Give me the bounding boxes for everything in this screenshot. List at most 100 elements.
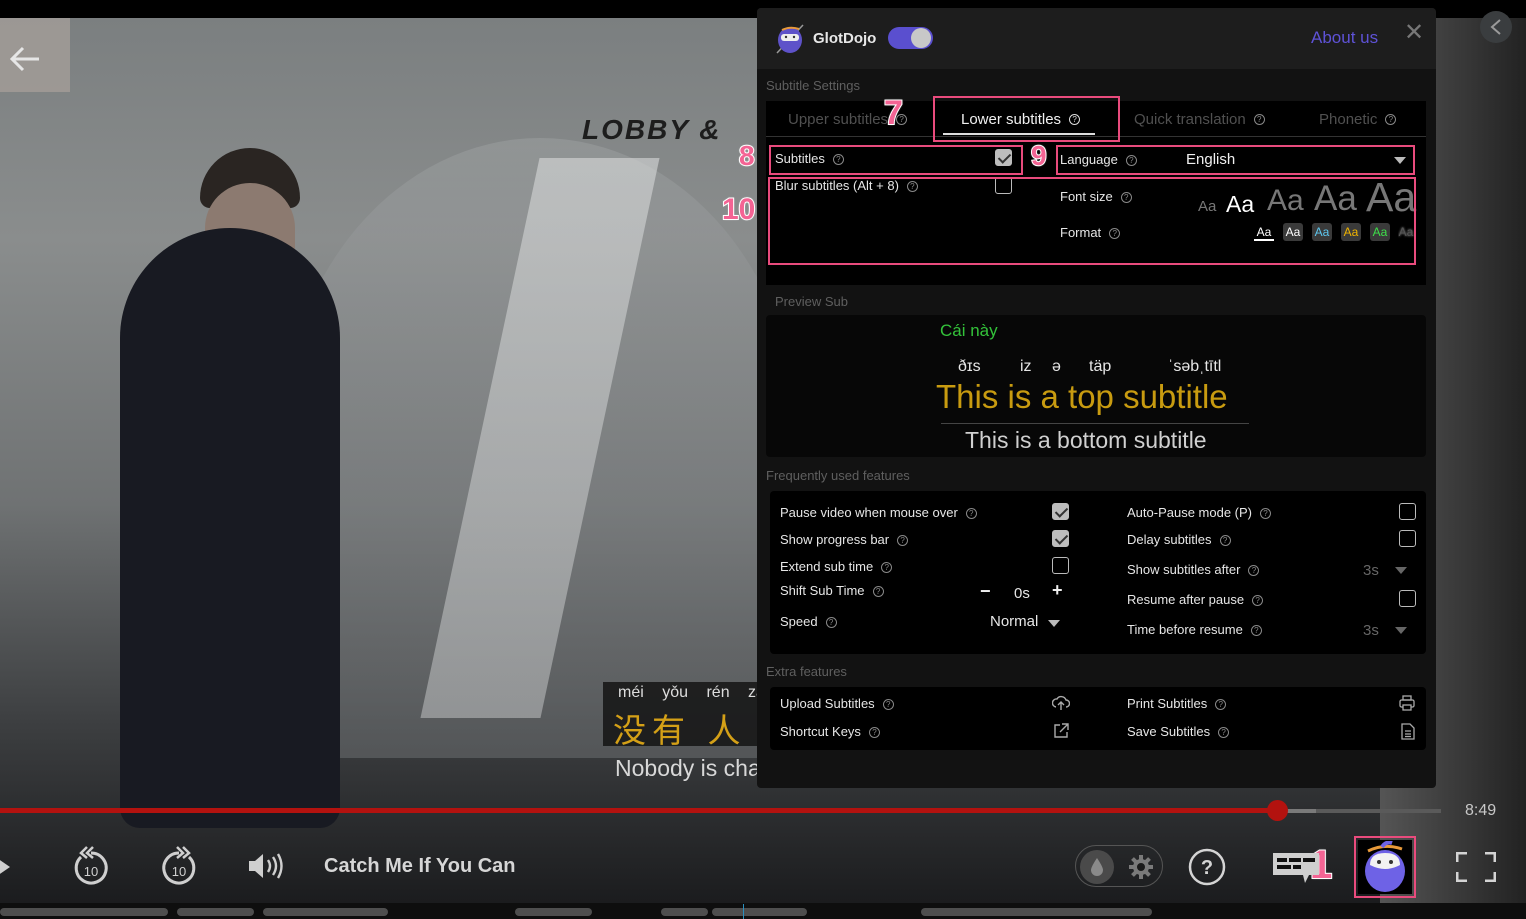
help-icon[interactable]: ? <box>1248 565 1260 577</box>
taskbar-item[interactable] <box>921 908 1152 916</box>
pause-on-hover-checkbox[interactable] <box>1052 503 1069 520</box>
quick-settings-button[interactable] <box>1128 854 1154 880</box>
show-subtitles-after-select[interactable]: 3s <box>1363 562 1379 579</box>
chevron-left-icon <box>1490 19 1501 35</box>
help-icon[interactable]: ? <box>832 154 844 166</box>
help-icon[interactable]: ? <box>872 586 884 598</box>
language-select[interactable]: English <box>1186 151 1235 168</box>
shift-decrement-button[interactable]: − <box>980 581 991 602</box>
subtitles-audio-button[interactable] <box>1272 852 1320 886</box>
help-icon[interactable]: ? <box>868 727 880 739</box>
glotdojo-extension-button[interactable] <box>1358 840 1412 894</box>
help-icon[interactable]: ? <box>1385 113 1397 125</box>
help-icon[interactable]: ? <box>1120 192 1132 204</box>
help-icon[interactable]: ? <box>825 617 837 629</box>
printer-icon[interactable] <box>1399 695 1415 711</box>
tab-label: Quick translation <box>1134 110 1246 128</box>
preview-phonetic-3: ə <box>1052 358 1061 375</box>
save-subtitles-label: Save Subtitles <box>1127 724 1211 739</box>
volume-icon <box>249 853 283 879</box>
taskbar-item[interactable] <box>263 908 388 916</box>
font-size-option-2[interactable]: Aa <box>1226 191 1254 218</box>
video-subtitle-pinyin: méi yǒu rén zà <box>618 684 763 701</box>
help-icon[interactable]: ? <box>1218 727 1230 739</box>
help-icon[interactable]: ? <box>1069 113 1081 125</box>
subtitles-label: Subtitles <box>775 151 825 166</box>
video-subtitle-english: Nobody is cha <box>615 755 761 781</box>
taskbar-item[interactable] <box>0 908 168 916</box>
format-option-yellow[interactable]: Aa <box>1341 223 1361 241</box>
help-icon[interactable]: ? <box>1219 535 1231 547</box>
tab-quick-translation[interactable]: Quick translation? <box>1134 101 1265 137</box>
taskbar-item[interactable] <box>515 908 592 916</box>
font-size-option-5[interactable]: Aa <box>1366 174 1416 221</box>
chevron-down-icon[interactable] <box>1048 620 1060 627</box>
extension-enable-toggle[interactable] <box>888 27 933 49</box>
blur-toggle-button[interactable] <box>1080 850 1114 884</box>
format-option-white[interactable]: Aa <box>1283 223 1303 241</box>
help-icon[interactable]: ? <box>1252 595 1264 607</box>
help-icon[interactable]: ? <box>1125 155 1137 167</box>
format-option-shadow[interactable]: Aa <box>1398 223 1414 241</box>
scene-person <box>120 228 340 828</box>
cloud-upload-icon[interactable] <box>1052 695 1070 711</box>
help-icon[interactable]: ? <box>965 508 977 520</box>
font-size-option-1[interactable]: Aa <box>1198 198 1216 215</box>
help-icon[interactable]: ? <box>882 699 894 711</box>
rewind-10-icon: 10 <box>74 846 108 885</box>
tab-lower-subtitles[interactable]: Lower subtitles? <box>961 101 1081 137</box>
ninja-mascot-icon <box>1365 841 1405 892</box>
delay-subtitles-setting: Delay subtitles? <box>1127 532 1231 547</box>
preview-bottom-subtitle: This is a bottom subtitle <box>965 427 1207 453</box>
help-icon[interactable]: ? <box>1109 228 1121 240</box>
help-icon[interactable]: ? <box>897 535 909 547</box>
time-remaining: 8:49 <box>1465 802 1497 819</box>
blur-subtitles-setting: Blur subtitles (Alt + 8)? <box>775 178 918 193</box>
help-button[interactable]: ? <box>1187 847 1227 887</box>
volume-button[interactable] <box>246 850 286 882</box>
help-icon[interactable]: ? <box>1250 625 1262 637</box>
help-icon[interactable]: ? <box>906 181 918 193</box>
time-before-resume-select[interactable]: 3s <box>1363 622 1379 639</box>
subtitles-checkbox[interactable] <box>995 149 1012 166</box>
chevron-down-icon[interactable] <box>1394 157 1406 164</box>
close-icon[interactable]: ✕ <box>1404 18 1424 47</box>
chevron-down-icon[interactable] <box>1395 627 1407 634</box>
delay-subtitles-checkbox[interactable] <box>1399 530 1416 547</box>
chevron-down-icon[interactable] <box>1395 567 1407 574</box>
extend-sub-time-checkbox[interactable] <box>1052 557 1069 574</box>
speed-select[interactable]: Normal <box>990 613 1038 630</box>
speed-setting: Speed? <box>780 614 837 629</box>
format-option-plain[interactable]: Aa <box>1254 223 1274 241</box>
tab-phonetic[interactable]: Phonetic? <box>1319 101 1397 137</box>
help-icon[interactable]: ? <box>1215 699 1227 711</box>
taskbar-item[interactable] <box>712 908 807 916</box>
annotation-number-10: 10 <box>721 192 756 227</box>
progress-scrubber[interactable] <box>1266 800 1288 821</box>
font-size-option-4[interactable]: Aa <box>1314 179 1357 219</box>
auto-pause-checkbox[interactable] <box>1399 503 1416 520</box>
subtitle-tabs: Upper subtitles? Lower subtitles? Quick … <box>766 101 1426 137</box>
resume-after-pause-checkbox[interactable] <box>1399 590 1416 607</box>
taskbar-item[interactable] <box>177 908 254 916</box>
fullscreen-button[interactable] <box>1455 850 1497 884</box>
show-progress-bar-checkbox[interactable] <box>1052 530 1069 547</box>
help-icon[interactable]: ? <box>1260 508 1272 520</box>
blur-subtitles-checkbox[interactable] <box>995 177 1012 194</box>
back-button[interactable] <box>8 42 42 76</box>
document-icon[interactable] <box>1401 723 1415 740</box>
taskbar-item[interactable] <box>661 908 708 916</box>
format-option-blue[interactable]: Aa <box>1312 223 1332 241</box>
rewind-10-button[interactable]: 10 <box>70 843 112 889</box>
format-option-green[interactable]: Aa <box>1370 223 1390 241</box>
collapse-panel-button[interactable] <box>1480 11 1512 43</box>
about-us-link[interactable]: About us <box>1311 28 1378 48</box>
shift-sub-time-label: Shift Sub Time <box>780 583 865 598</box>
forward-10-button[interactable]: 10 <box>158 843 200 889</box>
help-icon[interactable]: ? <box>881 562 893 574</box>
help-icon[interactable]: ? <box>1253 113 1265 125</box>
external-link-icon[interactable] <box>1053 723 1069 739</box>
play-button[interactable] <box>0 850 16 884</box>
shift-increment-button[interactable]: + <box>1052 580 1063 601</box>
font-size-option-3[interactable]: Aa <box>1267 184 1304 218</box>
